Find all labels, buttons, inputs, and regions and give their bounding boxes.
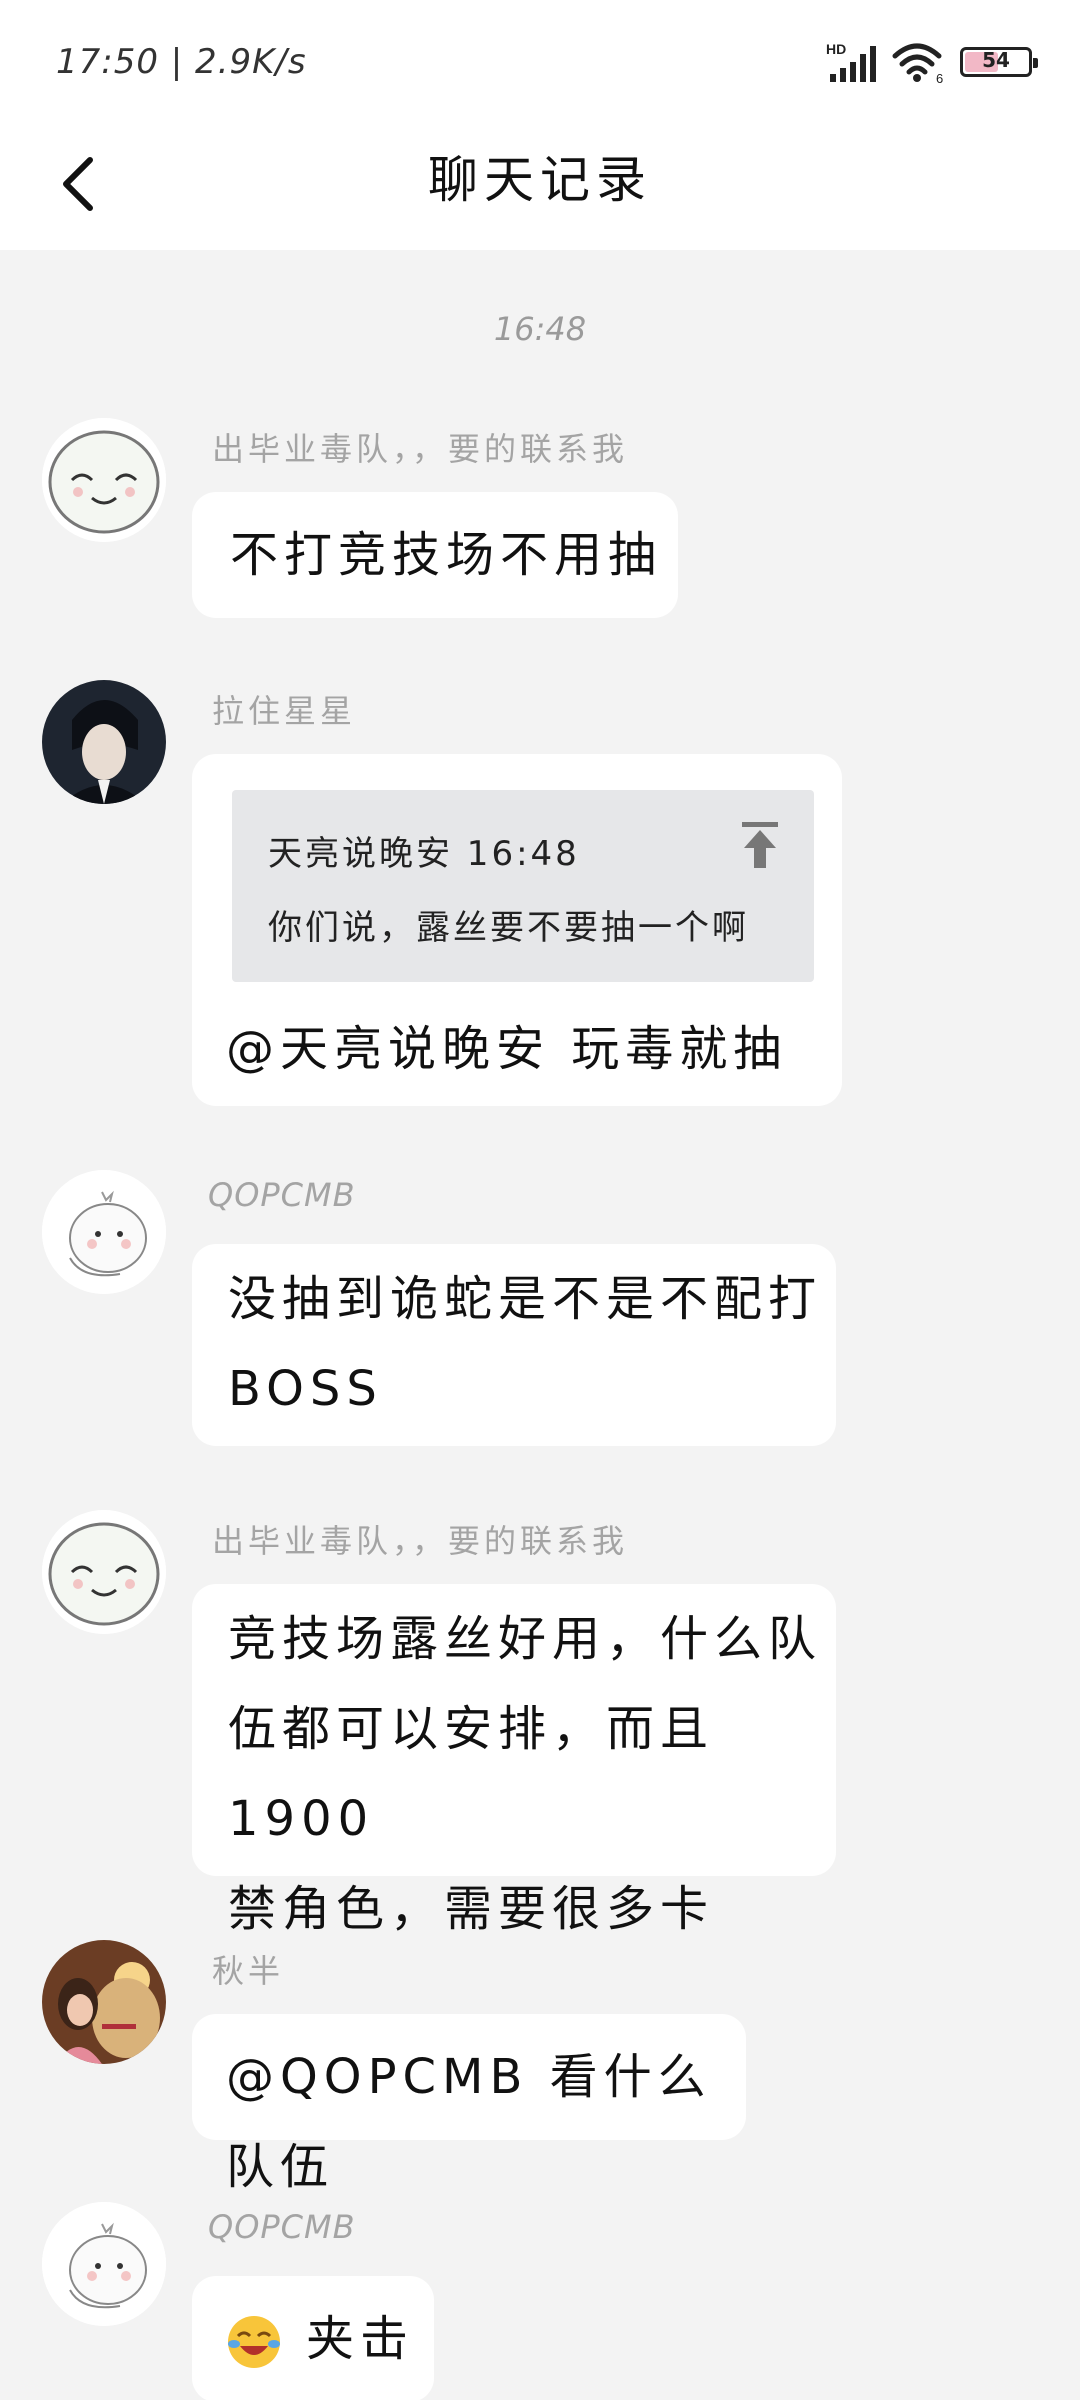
avatar[interactable] <box>42 1510 166 1634</box>
message-text-line: 禁角色，需要很多卡 <box>228 1881 715 1937</box>
battery-icon: 54 <box>960 47 1038 77</box>
message-text: 不打竞技场不用抽 <box>230 527 663 583</box>
message-text: 夹击 <box>306 2311 415 2367</box>
sender-name: 出毕业毒队，，要的联系我 <box>212 1522 629 1560</box>
message-bubble[interactable]: 夹击 <box>192 2276 434 2400</box>
sender-name: 拉住星星 <box>212 692 357 730</box>
avatar[interactable] <box>42 1170 166 1294</box>
sender-name: 出毕业毒队，，要的联系我 <box>212 430 629 468</box>
avatar[interactable] <box>42 2202 166 2326</box>
message-bubble[interactable]: 天亮说晚安 16:48 你们说，露丝要不要抽一个啊 @天亮说晚安 玩毒就抽 <box>192 754 842 1106</box>
message-content: 夹击 <box>226 2294 434 2384</box>
wifi-icon: 6 <box>892 43 943 84</box>
top-app-bar: 聊天记录 <box>0 120 1080 250</box>
avatar[interactable] <box>42 418 166 542</box>
message-text: @QOPCMB 看什么队伍 <box>226 2049 712 2195</box>
page-title: 聊天记录 <box>428 151 652 209</box>
message-text-line: 竞技场露丝好用，什么队 <box>228 1611 823 1667</box>
message-text-line: 伍都可以安排，而且1900 <box>228 1701 715 1847</box>
chat-timestamp: 16:48 <box>493 310 587 348</box>
sender-name: QOPCMB <box>208 1176 356 1214</box>
message-text-line: 没抽到诡蛇是不是不配打 <box>228 1271 823 1327</box>
avatar[interactable] <box>42 680 166 804</box>
battery-level: 54 <box>982 48 1010 72</box>
avatar[interactable] <box>42 1940 166 2064</box>
message-bubble[interactable]: 竞技场露丝好用，什么队 伍都可以安排，而且1900 禁角色，需要很多卡 <box>192 1584 836 1937</box>
signal-icon: HD <box>826 41 876 82</box>
message-text: @天亮说晚安 玩毒就抽 <box>226 1021 788 1077</box>
quoted-sender: 天亮说晚安 16:48 <box>268 834 580 874</box>
signal-label: HD <box>826 41 846 57</box>
status-icons: HD 6 54 <box>826 40 1038 84</box>
quoted-text: 你们说，露丝要不要抽一个啊 <box>268 908 749 948</box>
message-text-line: BOSS <box>228 1361 383 1417</box>
message-bubble[interactable]: 没抽到诡蛇是不是不配打 BOSS <box>192 1244 836 1446</box>
sender-name: QOPCMB <box>208 2208 356 2246</box>
message-bubble[interactable]: 不打竞技场不用抽 <box>192 492 678 618</box>
wifi-label: 6 <box>936 71 943 84</box>
laughing-crying-emoji-icon <box>228 2316 280 2368</box>
scroll-to-top-icon[interactable] <box>738 820 782 870</box>
sender-name: 秋半 <box>212 1952 285 1990</box>
quoted-message[interactable]: 天亮说晚安 16:48 你们说，露丝要不要抽一个啊 <box>232 790 814 982</box>
status-time: 17:50 | 2.9K/s <box>56 42 307 82</box>
message-bubble[interactable]: @QOPCMB 看什么队伍 <box>192 2014 746 2195</box>
status-bar: 17:50 | 2.9K/s HD 6 54 <box>0 0 1080 120</box>
